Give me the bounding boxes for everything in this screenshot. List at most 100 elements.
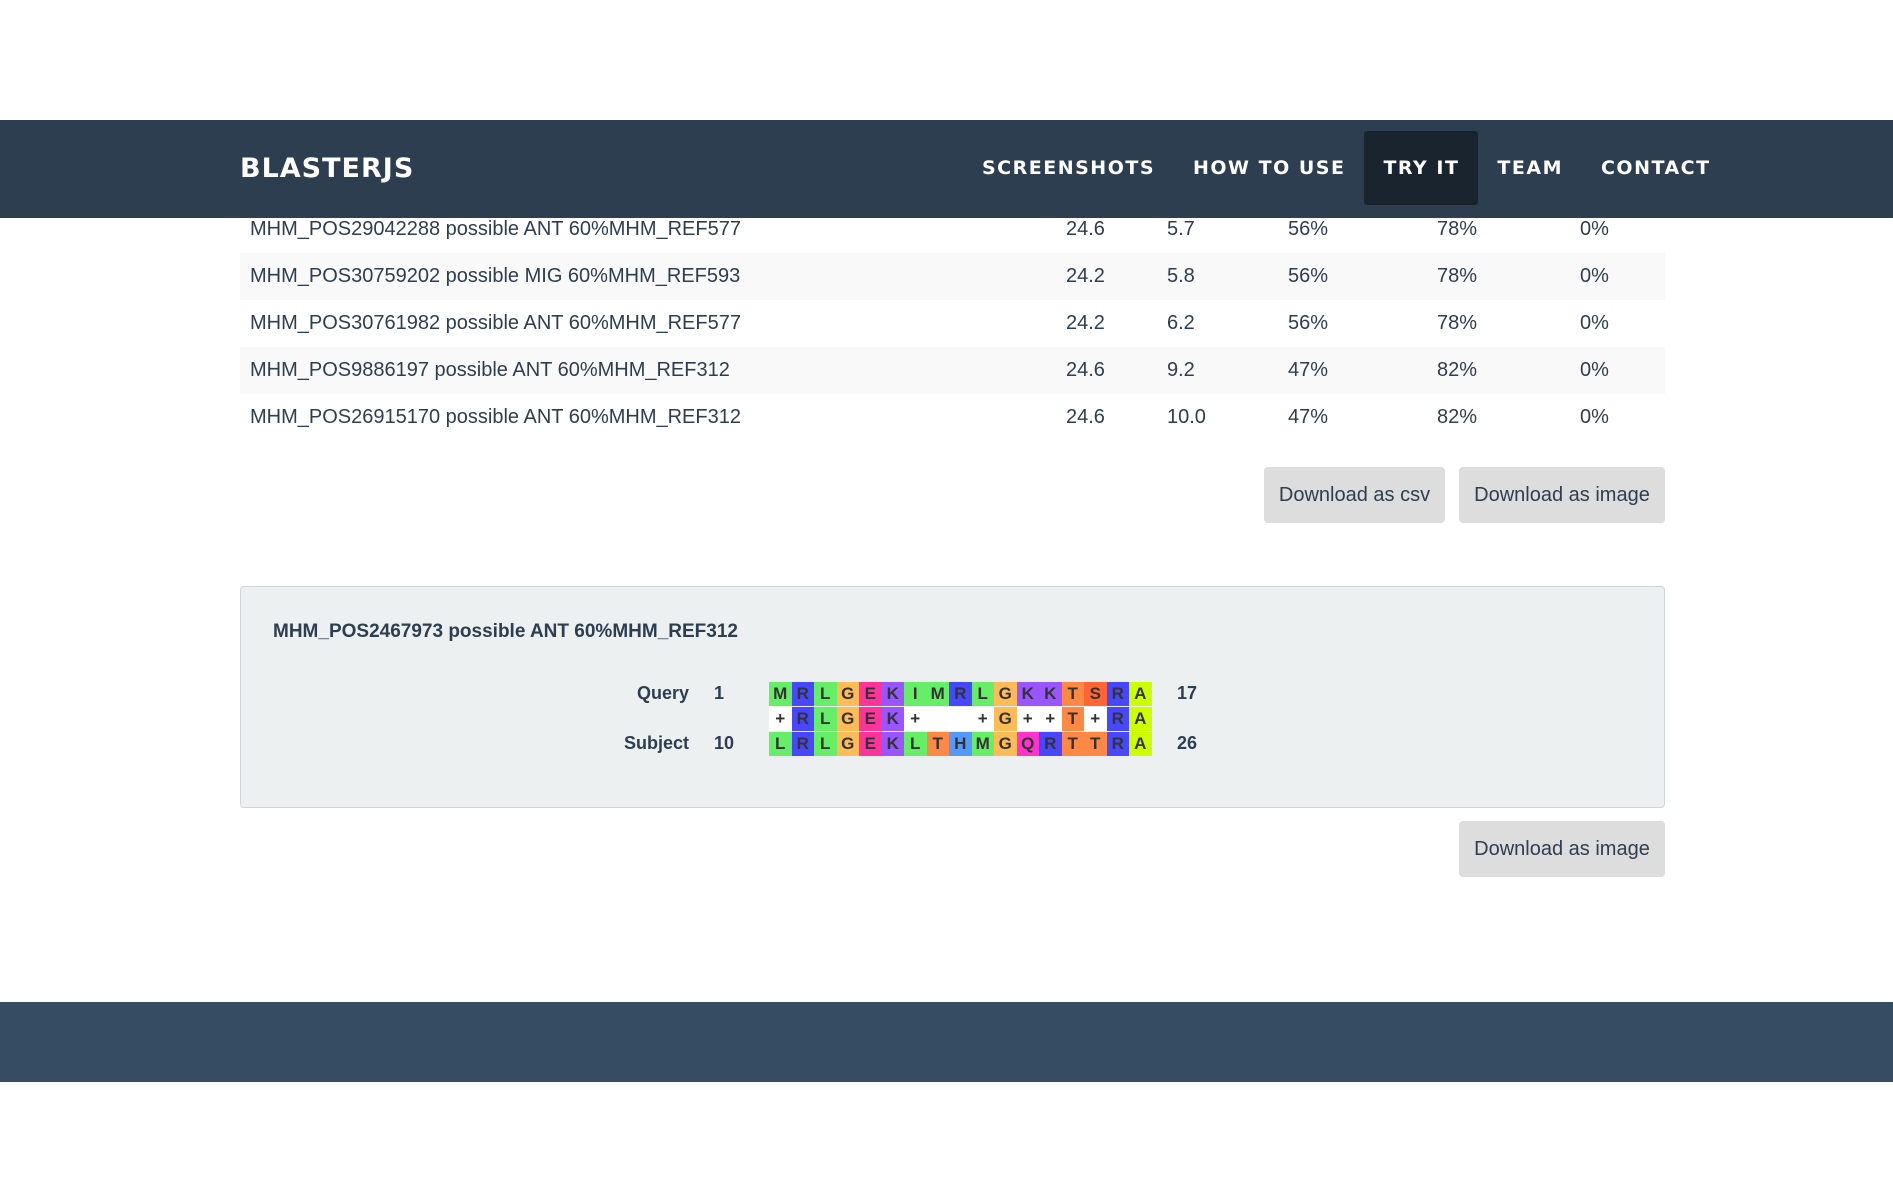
result-name[interactable]: MHM_POS30759202 possible MIG 60%MHM_REF5… (250, 253, 740, 300)
table-row[interactable]: MHM_POS30759202 possible MIG 60%MHM_REF5… (240, 253, 1665, 300)
result-evalue: 10.0 (1167, 406, 1206, 428)
match-residue: T (1061, 707, 1084, 731)
query-residue: M (769, 682, 792, 706)
query-residue: M (926, 682, 949, 706)
result-name[interactable]: MHM_POS30761982 possible ANT 60%MHM_REF5… (250, 300, 741, 347)
subject-residue: T (1061, 732, 1084, 756)
query-residue: G (994, 682, 1017, 706)
match-residue: + (1039, 707, 1062, 731)
match-residue: R (791, 707, 814, 731)
query-residue: R (949, 682, 972, 706)
query-residue: S (1084, 682, 1107, 706)
query-residue: R (791, 682, 814, 706)
query-residue: E (859, 682, 882, 706)
match-residue: A (1129, 707, 1152, 731)
nav-contact[interactable]: CONTACT (1582, 131, 1730, 205)
query-residue: G (836, 682, 859, 706)
result-identities: 56% (1288, 312, 1329, 334)
subject-residue: L (814, 732, 837, 756)
result-name[interactable]: MHM_POS9886197 possible ANT 60%MHM_REF31… (250, 347, 730, 394)
brand-logo[interactable]: BLASTERJS (240, 120, 414, 218)
query-residue: K (881, 682, 904, 706)
subject-residue: K (881, 732, 904, 756)
result-identities: 47% (1288, 359, 1329, 381)
query-residue: K (1016, 682, 1039, 706)
subject-label: Subject (623, 733, 689, 753)
match-residue: E (859, 707, 882, 731)
match-residue: + (904, 707, 927, 731)
table-row[interactable]: MHM_POS26915170 possible ANT 60%MHM_REF3… (240, 394, 1665, 441)
navbar: BLASTERJS SCREENSHOTS HOW TO USE TRY IT TEA… (0, 120, 1893, 218)
result-evalue: 6.2 (1167, 312, 1195, 334)
nav-how-to-use[interactable]: HOW TO USE (1174, 131, 1364, 205)
match-residue: + (1084, 707, 1107, 731)
query-residue: R (1106, 682, 1129, 706)
result-evalue: 9.2 (1167, 359, 1195, 381)
query-end: 17 (1177, 683, 1198, 703)
result-gaps: 0% (1580, 406, 1609, 428)
query-sequence: MRLGEKIMRLGKKTSRA (769, 682, 1152, 706)
result-score: 24.2 (1066, 265, 1105, 287)
result-score: 24.6 (1066, 406, 1105, 428)
result-evalue: 5.8 (1167, 265, 1195, 287)
subject-residue: G (836, 732, 859, 756)
nav-try-it[interactable]: TRY IT (1364, 131, 1479, 205)
match-sequence: + R L G E K + + G + + T + R A (769, 707, 1152, 731)
result-gaps: 0% (1580, 312, 1609, 334)
subject-residue: R (791, 732, 814, 756)
nav-team[interactable]: TEAM (1478, 131, 1582, 205)
result-identities: 56% (1288, 265, 1329, 287)
query-residue: I (904, 682, 927, 706)
match-residue (926, 707, 949, 731)
query-residue: K (1039, 682, 1062, 706)
match-residue: + (1016, 707, 1039, 731)
subject-residue: T (1084, 732, 1107, 756)
result-positives: 78% (1437, 265, 1478, 287)
table-row[interactable]: MHM_POS9886197 possible ANT 60%MHM_REF31… (240, 347, 1665, 394)
nav-menu: SCREENSHOTS HOW TO USE TRY IT TEAM CONTACT (963, 131, 1730, 205)
query-label: Query (636, 683, 689, 703)
result-positives: 78% (1437, 312, 1478, 334)
subject-residue: M (971, 732, 994, 756)
subject-residue: L (769, 732, 792, 756)
result-score: 24.2 (1066, 312, 1105, 334)
nav-screenshots[interactable]: SCREENSHOTS (963, 131, 1174, 205)
match-residue: + (769, 707, 792, 731)
result-identities: 47% (1288, 406, 1329, 428)
subject-residue: G (994, 732, 1017, 756)
query-start: 1 (714, 683, 725, 703)
subject-residue: R (1106, 732, 1129, 756)
match-residue: K (881, 707, 904, 731)
subject-residue: R (1039, 732, 1062, 756)
download-alignment-image-button[interactable]: Download as image (1459, 821, 1665, 877)
query-residue: L (971, 682, 994, 706)
results-table: MHM_POS29042288 possible ANT 60%MHM_REF5… (240, 206, 1665, 441)
alignment-title: MHM_POS2467973 possible ANT 60%MHM_REF31… (273, 621, 738, 642)
subject-end: 26 (1177, 733, 1198, 753)
match-residue: L (814, 707, 837, 731)
table-row[interactable]: MHM_POS30761982 possible ANT 60%MHM_REF5… (240, 300, 1665, 347)
result-gaps: 0% (1580, 359, 1609, 381)
result-gaps: 0% (1580, 265, 1609, 287)
result-positives: 82% (1437, 406, 1478, 428)
result-score: 24.6 (1066, 359, 1105, 381)
download-csv-button[interactable]: Download as csv (1264, 467, 1445, 523)
result-positives: 82% (1437, 359, 1478, 381)
subject-residue: T (926, 732, 949, 756)
query-residue: A (1129, 682, 1152, 706)
match-residue (949, 707, 972, 731)
match-residue: R (1106, 707, 1129, 731)
footer (0, 1002, 1893, 1082)
subject-sequence: LRLGEKLTHMGQRTTRA (769, 732, 1152, 756)
subject-residue: H (949, 732, 972, 756)
subject-residue: L (904, 732, 927, 756)
subject-residue: A (1129, 732, 1152, 756)
result-name[interactable]: MHM_POS26915170 possible ANT 60%MHM_REF3… (250, 394, 741, 441)
subject-residue: E (859, 732, 882, 756)
match-residue: G (836, 707, 859, 731)
query-residue: T (1061, 682, 1084, 706)
download-image-button[interactable]: Download as image (1459, 467, 1665, 523)
subject-start: 10 (714, 733, 735, 753)
subject-residue: Q (1016, 732, 1039, 756)
match-residue: G (994, 707, 1017, 731)
